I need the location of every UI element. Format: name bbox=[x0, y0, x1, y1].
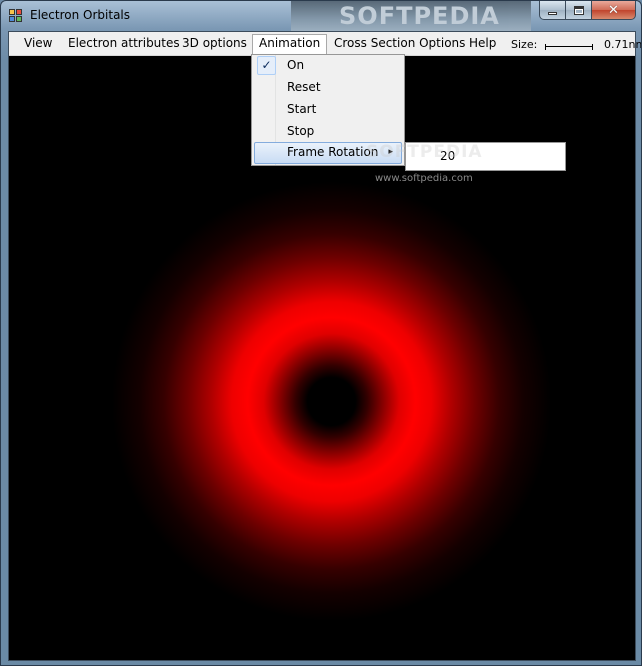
caption-buttons: ✕ bbox=[539, 1, 636, 21]
minimize-icon bbox=[548, 12, 557, 15]
menu-item-label: Start bbox=[287, 102, 317, 116]
menu-animation[interactable]: Animation bbox=[252, 34, 328, 54]
minimize-button[interactable] bbox=[539, 1, 566, 20]
menu-item-label: Reset bbox=[287, 80, 321, 94]
close-icon: ✕ bbox=[608, 2, 619, 18]
submenu-watermark: SOFTPEDIA bbox=[366, 142, 483, 162]
menu-item-reset[interactable]: Reset bbox=[254, 77, 402, 99]
window-title: Electron Orbitals bbox=[30, 8, 131, 22]
maximize-button[interactable] bbox=[566, 1, 592, 20]
app-window: SOFTPEDIA Electron Orbitals ✕ View Elect… bbox=[0, 0, 642, 666]
menu-item-label: Stop bbox=[287, 124, 315, 138]
title-banner-text: SOFTPEDIA bbox=[339, 2, 500, 30]
menu-item-on[interactable]: ✓ On bbox=[254, 55, 402, 77]
menu-item-label: Frame Rotation bbox=[287, 145, 379, 159]
menu-3d-options[interactable]: 3D options bbox=[176, 34, 253, 54]
menu-item-label: On bbox=[287, 58, 305, 72]
menu-help[interactable]: Help bbox=[463, 34, 502, 54]
electron-orbital-render bbox=[49, 119, 614, 660]
title-banner: SOFTPEDIA bbox=[291, 1, 531, 31]
title-bar[interactable]: SOFTPEDIA Electron Orbitals ✕ bbox=[1, 1, 641, 31]
size-label: Size: bbox=[511, 38, 538, 51]
app-icon[interactable] bbox=[9, 9, 23, 23]
size-scale-bar bbox=[545, 44, 593, 50]
size-value: 0.71nm bbox=[604, 38, 642, 51]
menu-item-start[interactable]: Start bbox=[254, 99, 402, 121]
checkmark-icon: ✓ bbox=[257, 56, 276, 75]
menu-electron-attributes[interactable]: Electron attributes bbox=[62, 34, 186, 54]
menu-cross-section-options[interactable]: Cross Section Options bbox=[328, 34, 471, 54]
menu-view[interactable]: View bbox=[18, 34, 58, 54]
menu-item-stop[interactable]: Stop bbox=[254, 121, 402, 143]
watermark-url: www.softpedia.com bbox=[375, 173, 473, 184]
close-button[interactable]: ✕ bbox=[592, 1, 636, 20]
maximize-icon bbox=[573, 5, 584, 15]
menu-bar: View Electron attributes 3D options Anim… bbox=[9, 32, 641, 56]
